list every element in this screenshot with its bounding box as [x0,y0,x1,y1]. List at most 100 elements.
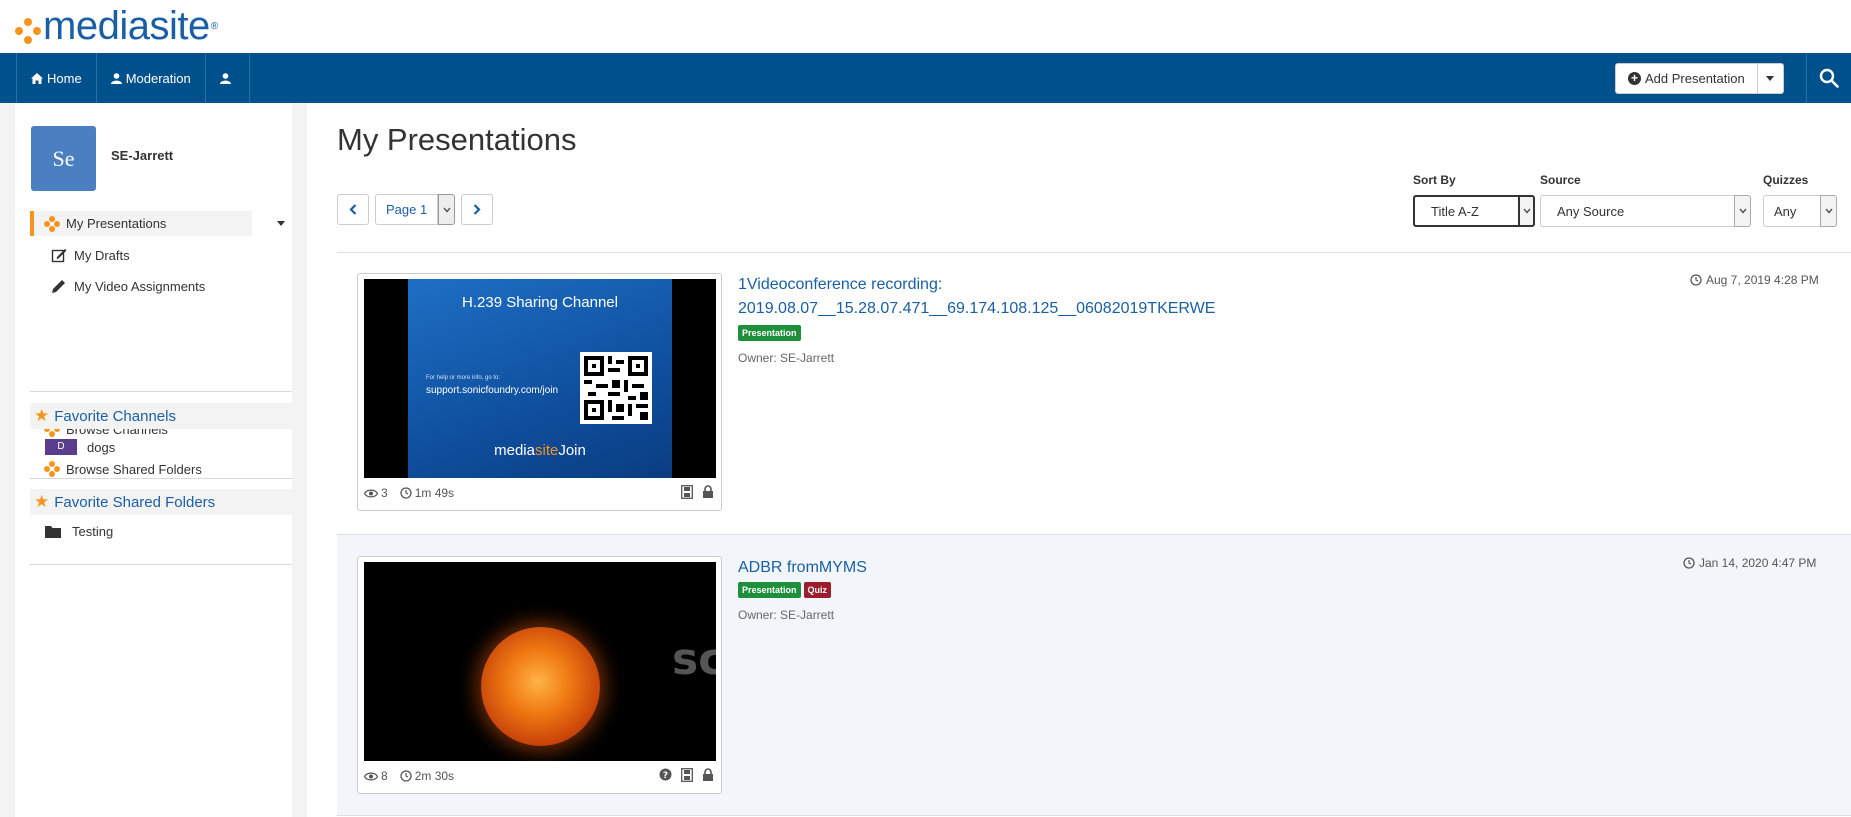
mediasite-dots-icon [44,215,60,232]
presentation-thumbnail[interactable]: sc [364,562,716,761]
nav-profile[interactable] [206,53,250,103]
presentation-owner: Owner: SE-Jarrett [738,608,835,622]
sidebar-item-label: Browse Shared Folders [66,461,202,477]
presentation-tags: Presentation [738,325,804,341]
next-page-button[interactable] [461,194,494,225]
username: SE-Jarrett [111,148,174,163]
clock-icon [1690,274,1702,286]
presentation-title-link[interactable]: ADBR fromMYMS [738,556,867,580]
search-button[interactable] [1806,53,1851,103]
quiz-tag: Quiz [803,582,832,598]
edit-icon [51,249,67,263]
duration-value: 2m 30s [414,769,455,783]
sidebar-item-my-presentations[interactable]: My Presentations [30,211,252,236]
mediasite-dots-icon [44,461,60,477]
source-label: Source [1540,173,1581,187]
sidebar-item-label: My Drafts [74,247,130,263]
previous-page-button[interactable] [337,194,369,225]
favorite-channel-dogs[interactable]: D dogs [45,439,115,455]
presentation-date: Jan 14, 2020 4:47 PM [1683,556,1816,570]
thumbnail-meta: 8 2m 30s ? [364,766,716,786]
eye-icon [364,489,378,497]
nav-links: Home Moderation [16,53,250,103]
presentation-title-link[interactable]: 1Videoconference recording: 2019.08.07__… [738,273,1215,321]
thumbnail-icons [672,485,714,499]
source-select[interactable]: Any Source [1540,195,1751,227]
slide-url: support.sonicfoundry.com/join [426,385,559,396]
add-presentation-dropdown-toggle[interactable] [1757,63,1784,94]
view-count: 3 [364,486,388,500]
presentation-thumbnail-card[interactable]: sc 8 2m 30s ? [357,556,722,794]
page-select[interactable]: Page 1 [375,194,456,225]
chevron-down-icon [1820,195,1837,227]
logo-registered-mark: ® [210,21,219,32]
avatar[interactable]: Se [31,126,96,191]
add-presentation-button[interactable]: + Add Presentation [1615,63,1758,94]
favorite-channel-label: dogs [87,439,116,455]
lock-icon[interactable] [702,485,714,499]
star-icon: ★ [34,492,50,511]
quizzes-label: Quizzes [1763,173,1809,187]
chevron-down-icon [1518,195,1535,227]
duration-value: 1m 49s [414,486,455,500]
svg-text:?: ? [663,771,668,781]
slide-brand: mediasiteJoin [494,442,586,459]
quizzes-value: Any [1763,195,1820,227]
caret-down-icon[interactable] [277,221,285,226]
question-circle-icon[interactable]: ? [659,768,672,782]
chevron-right-icon [473,204,481,215]
view-count: 8 [364,769,388,783]
pencil-icon [52,280,65,293]
presentation-thumbnail[interactable]: H.239 Sharing Channel For help or more i… [364,279,716,478]
slide-help-text: For help or more info, go to: [426,375,501,381]
sidebar-item-my-drafts[interactable]: My Drafts [51,247,130,263]
caret-down-icon [1766,76,1775,81]
view-count-value: 8 [381,769,388,783]
quizzes-select[interactable]: Any [1763,195,1837,227]
page-title: My Presentations [337,122,577,157]
sort-by-value: Title A-Z [1413,195,1518,227]
sidebar-divider [30,391,292,392]
presentation-tag: Presentation [738,582,801,598]
clock-icon [1683,557,1695,569]
sort-by-select[interactable]: Title A-Z [1413,195,1535,227]
lock-icon[interactable] [702,768,714,782]
sidebar: Se SE-Jarrett My Presentations My Drafts… [15,103,292,817]
home-icon [31,72,43,84]
logo-text: mediasite [43,4,210,48]
slide-title: H.239 Sharing Channel [462,294,618,311]
search-icon [1819,68,1839,88]
nav-moderation-label: Moderation [125,70,191,86]
sun-image [481,627,600,746]
sidebar-item-browse-shared-folders[interactable]: Browse Shared Folders [44,461,202,477]
nav-moderation[interactable]: Moderation [97,53,206,103]
logo-dots-icon [15,17,41,44]
mediasite-logo[interactable]: mediasite ® [15,4,218,49]
top-navbar: Home Moderation + Add Presentation [0,53,1851,103]
star-icon: ★ [34,406,50,425]
favorite-channels-heading: ★ Favorite Channels [30,403,292,429]
channel-badge: D [45,439,77,455]
favorite-channels-heading-label: Favorite Channels [54,407,176,425]
film-icon[interactable] [681,485,693,499]
sidebar-divider [30,564,292,565]
view-count-value: 3 [381,486,388,500]
favorite-folder-testing[interactable]: Testing [45,524,113,539]
film-icon[interactable] [681,768,693,782]
favorite-folder-label: Testing [72,524,114,539]
sidebar-item-my-video-assignments[interactable]: My Video Assignments [51,278,205,294]
add-presentation-group: + Add Presentation [1615,63,1784,94]
sidebar-item-label: My Presentations [66,216,167,231]
sort-by-label: Sort By [1413,173,1456,187]
presentation-title-line1: 1Videoconference recording: [738,276,943,293]
presentation-thumbnail-card[interactable]: H.239 Sharing Channel For help or more i… [357,273,722,511]
presentation-date-value: Aug 7, 2019 4:28 PM [1706,273,1819,287]
nav-home[interactable]: Home [17,53,97,103]
presentation-owner: Owner: SE-Jarrett [738,351,835,365]
clock-icon [400,770,412,782]
presentation-row: sc 8 2m 30s ? ADBR fromMYMS Presentation… [337,534,1851,816]
pager: Page 1 [337,194,494,225]
page-select-value: Page 1 [375,194,439,225]
sidebar-item-label: My Video Assignments [74,278,206,294]
chevron-down-icon [1734,195,1751,227]
